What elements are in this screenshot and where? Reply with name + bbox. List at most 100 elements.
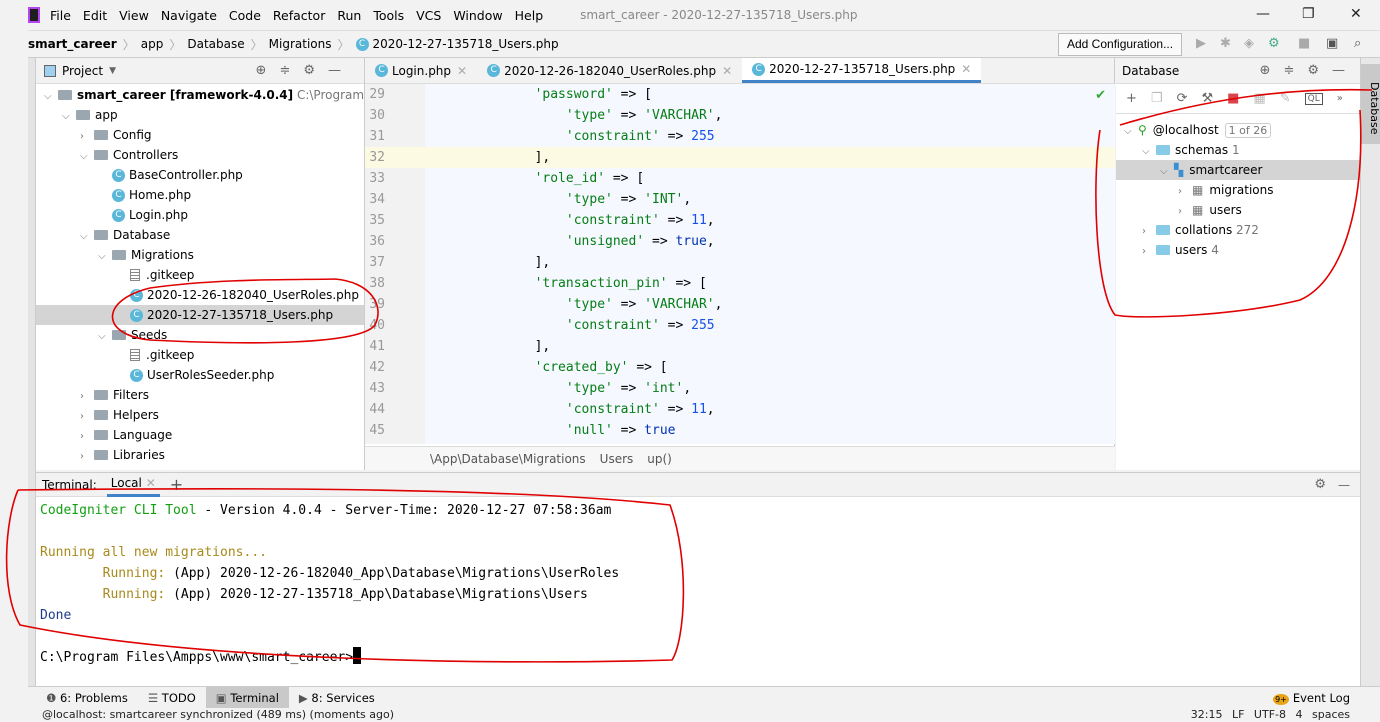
chevron-down-icon[interactable]: ⌵ — [80, 147, 94, 167]
copy-icon[interactable]: ❐ — [1151, 91, 1163, 106]
refresh-icon[interactable]: ⟳ — [1177, 91, 1188, 106]
chevron-right-icon[interactable]: › — [1178, 202, 1192, 222]
project-tree-item[interactable]: C Home.php — [36, 185, 191, 205]
chevron-right-icon[interactable]: › — [1142, 242, 1156, 262]
project-tree-item[interactable]: ⌵ Migrations — [36, 245, 194, 265]
menu-file[interactable]: File — [50, 8, 71, 23]
close-tab-icon[interactable]: ✕ — [722, 58, 732, 84]
close-tab-icon[interactable]: ✕ — [961, 56, 971, 82]
breadcrumb-item[interactable]: Migrations — [269, 37, 332, 51]
maximize-button[interactable]: ❐ — [1302, 6, 1315, 22]
more-icon[interactable]: » — [1337, 93, 1343, 104]
database-tree-item[interactable]: › users 4 — [1116, 240, 1219, 260]
project-tree-item[interactable]: › Language — [36, 425, 172, 445]
table-icon[interactable]: ▦ — [1253, 91, 1265, 106]
project-tree-item[interactable]: .gitkeep — [36, 345, 194, 365]
debug-icon[interactable]: ✱ — [1220, 36, 1231, 51]
project-tree-item[interactable]: C Login.php — [36, 205, 188, 225]
project-tree-item[interactable]: ⌵ app — [36, 105, 118, 125]
event-log-button[interactable]: 9+ Event Log — [1273, 691, 1350, 705]
chevron-right-icon[interactable]: › — [80, 407, 94, 427]
edit-icon[interactable]: ✎ — [1280, 91, 1291, 106]
chevron-down-icon[interactable]: ▼ — [109, 66, 116, 76]
caret-position[interactable]: 32:15 — [1191, 708, 1223, 721]
menu-view[interactable]: View — [119, 8, 149, 23]
chevron-down-icon[interactable]: ⌵ — [1124, 122, 1138, 142]
minimize-button[interactable]: — — [1256, 6, 1270, 22]
database-tree-item[interactable]: ⌵ ▚ smartcareer — [1116, 160, 1360, 180]
project-tree-item[interactable]: ⌵ smart_career [framework-4.0.4] C:\Progr… — [36, 85, 364, 105]
chevron-down-icon[interactable]: ⌵ — [80, 227, 94, 247]
menu-window[interactable]: Window — [453, 8, 502, 23]
chevron-down-icon[interactable]: ⌵ — [98, 327, 112, 347]
project-tree-item[interactable]: › Config — [36, 125, 152, 145]
database-tool-tab[interactable]: Database — [1361, 64, 1380, 144]
close-icon[interactable]: ✕ — [146, 476, 156, 490]
close-tab-icon[interactable]: ✕ — [457, 58, 467, 84]
database-tree-item[interactable]: › ▦ migrations — [1116, 180, 1274, 200]
chevron-down-icon[interactable]: ⌵ — [98, 247, 112, 267]
chevron-down-icon[interactable]: ⌵ — [1142, 142, 1156, 162]
terminal-tab-local[interactable]: Local ✕ — [106, 473, 160, 497]
project-tree-item[interactable]: › Helpers — [36, 405, 159, 425]
gear-icon[interactable]: ⚙ — [1314, 477, 1326, 492]
project-tree-item[interactable]: .gitkeep — [36, 265, 194, 285]
project-tree-item[interactable]: ⌵ Controllers — [36, 145, 178, 165]
chevron-down-icon[interactable]: ⌵ — [62, 107, 76, 127]
project-tree-item[interactable]: › Filters — [36, 385, 149, 405]
project-tree-item[interactable]: C UserRolesSeeder.php — [36, 365, 274, 385]
settings-icon[interactable]: ⚒ — [1201, 91, 1213, 106]
project-panel-actions[interactable]: ⊕≑⚙— — [256, 63, 354, 78]
database-tree-item[interactable]: ⌵ schemas 1 — [1116, 140, 1240, 160]
add-configuration-button[interactable]: Add Configuration... — [1058, 33, 1183, 56]
indent-setting[interactable]: 4 spaces — [1296, 708, 1351, 721]
code-editor[interactable]: C Login.php ✕ C 2020-12-26-182040_UserRoles.… — [365, 58, 1115, 470]
database-tree-item[interactable]: ⌵ ⚲ @localhost 1 of 26 — [1116, 120, 1272, 142]
menu-help[interactable]: Help — [515, 8, 544, 23]
menu-tools[interactable]: Tools — [373, 8, 404, 23]
chevron-right-icon[interactable]: › — [1142, 222, 1156, 242]
breadcrumb-item[interactable]: Database — [187, 37, 244, 51]
coverage-icon[interactable]: ◈ — [1244, 36, 1254, 51]
stop-icon[interactable]: ■ — [1227, 91, 1239, 106]
breadcrumb-item[interactable]: 2020-12-27-135718_Users.php — [373, 37, 559, 51]
menu-code[interactable]: Code — [229, 8, 261, 23]
project-title[interactable]: Project — [62, 64, 103, 78]
database-tree-item[interactable]: › collations 272 — [1116, 220, 1259, 240]
database-tree-item[interactable]: › ▦ users — [1116, 200, 1242, 220]
add-icon[interactable]: + — [1126, 91, 1137, 106]
menu-vcs[interactable]: VCS — [416, 8, 441, 23]
chevron-down-icon[interactable]: ⌵ — [1160, 162, 1174, 182]
status-message[interactable]: @localhost: smartcareer synchronized (48… — [42, 708, 394, 721]
inspection-ok-icon[interactable]: ✔ — [1095, 88, 1106, 103]
menu-navigate[interactable]: Navigate — [161, 8, 217, 23]
chevron-right-icon[interactable]: › — [80, 447, 94, 467]
editor-breadcrumb-item[interactable]: Users — [600, 452, 634, 466]
menu-run[interactable]: Run — [337, 8, 361, 23]
breadcrumb-item[interactable]: app — [141, 37, 164, 51]
tool-tab-services[interactable]: ▶ 8: Services — [289, 687, 385, 709]
database-panel-actions[interactable]: ⊕≑⚙— — [1260, 63, 1358, 78]
search-icon[interactable]: ⌕ — [1354, 36, 1361, 51]
close-button[interactable]: ✕ — [1350, 6, 1362, 22]
project-tree-item[interactable]: ⌵ Database — [36, 225, 170, 245]
project-tree-item[interactable]: › Libraries — [36, 445, 165, 465]
menu-refactor[interactable]: Refactor — [273, 8, 325, 23]
profile-icon[interactable]: ⚙ — [1268, 36, 1280, 51]
stop-icon[interactable]: ■ — [1298, 36, 1310, 51]
menu-edit[interactable]: Edit — [83, 8, 107, 23]
query-console-icon[interactable]: QL — [1304, 92, 1323, 105]
chevron-right-icon[interactable]: › — [80, 127, 94, 147]
tool-tab-todo[interactable]: ☰ TODO — [138, 687, 206, 709]
tool-tab-terminal[interactable]: ▣ Terminal — [205, 686, 289, 709]
terminal-panel[interactable]: Terminal: Local ✕ + ⚙ — CodeIgniter CLI … — [36, 472, 1360, 686]
chevron-right-icon[interactable]: › — [1178, 182, 1192, 202]
line-separator[interactable]: LF — [1232, 708, 1244, 721]
editor-tab[interactable]: C 2020-12-26-182040_UserRoles.php ✕ — [477, 58, 742, 83]
project-tree-item[interactable]: C 2020-12-27-135718_Users.php — [36, 305, 364, 325]
chevron-right-icon[interactable]: › — [80, 427, 94, 447]
tool-tab-problems[interactable]: ❶ 6: Problems — [36, 687, 138, 709]
file-encoding[interactable]: UTF-8 — [1254, 708, 1286, 721]
new-terminal-icon[interactable]: + — [170, 475, 183, 494]
editor-tab[interactable]: C Login.php ✕ — [365, 58, 477, 83]
